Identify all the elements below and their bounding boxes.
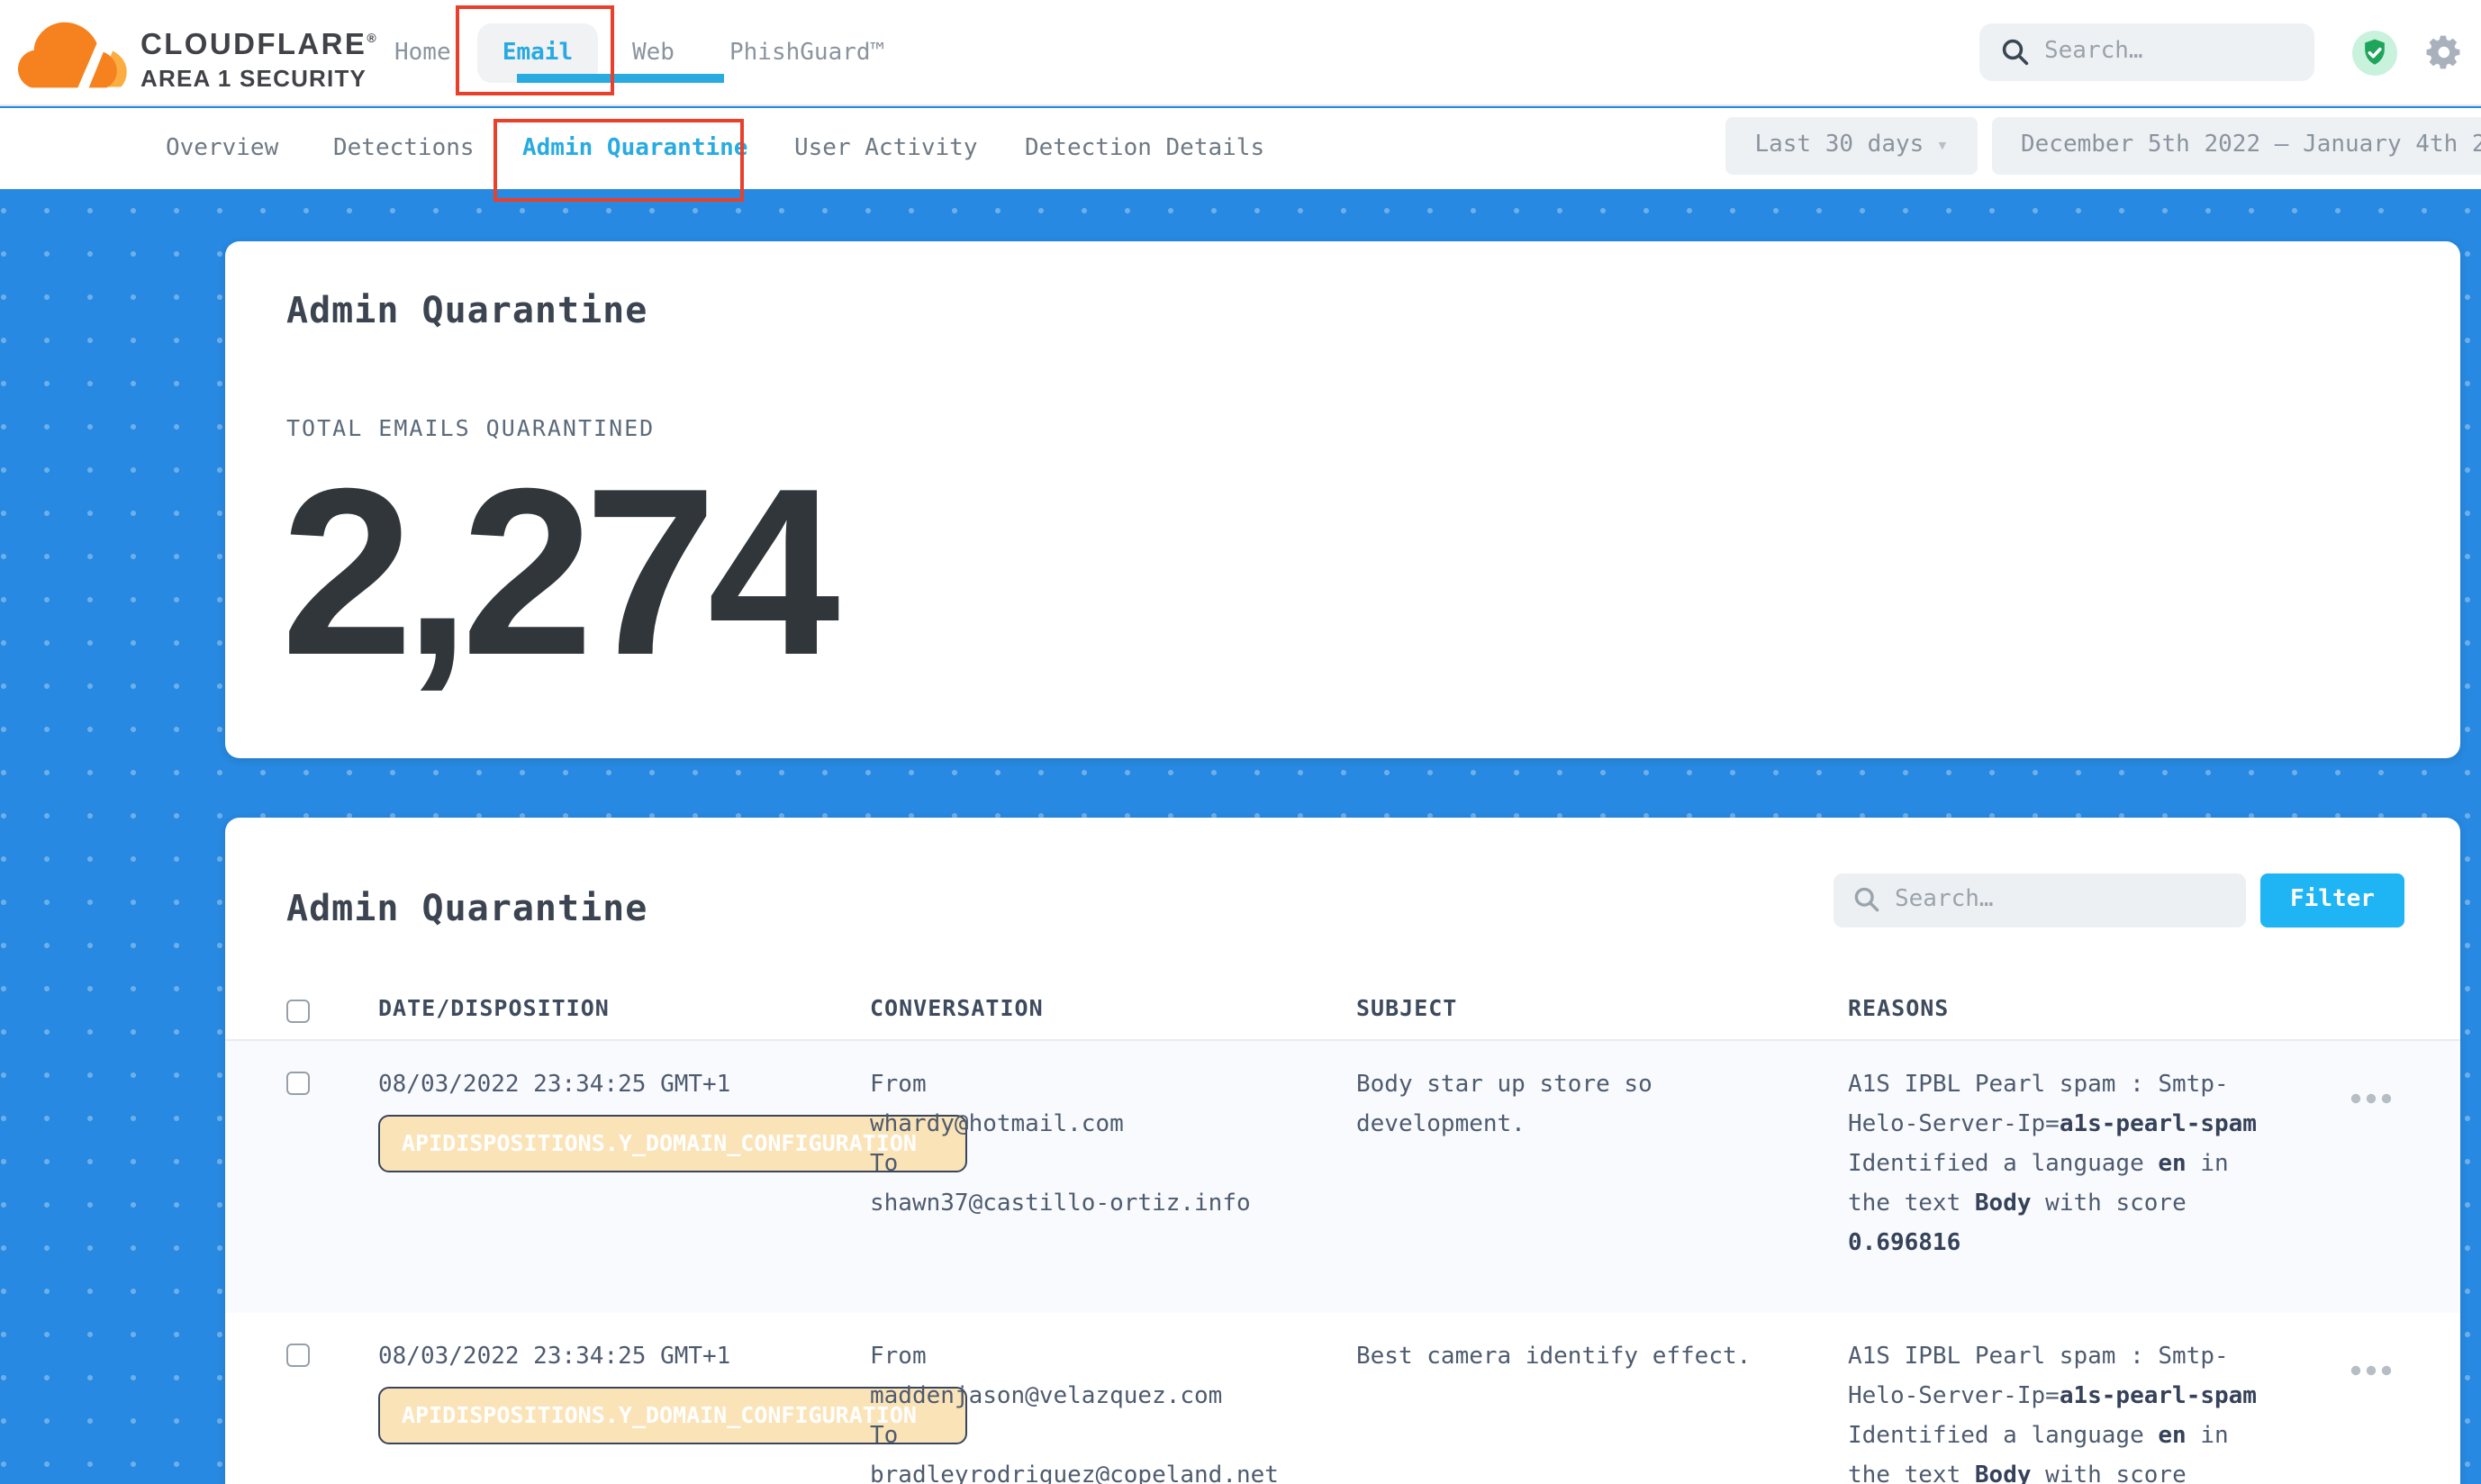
nav-item-web[interactable]: Web (632, 0, 675, 106)
row-subject: Best camera identify effect. (1356, 1338, 1756, 1378)
metric-value: 2,274 (281, 454, 831, 692)
tab-detections[interactable]: Detections (333, 108, 475, 189)
stat-card: Admin Quarantine TOTAL EMAILS QUARANTINE… (225, 241, 2460, 758)
page: CLOUDFLARE® AREA 1 SECURITY Home Email W… (0, 0, 2481, 1484)
to-address[interactable]: bradleyrodriguez@copeland.net (870, 1457, 1356, 1484)
date-preset-dropdown[interactable]: Last 30 days▾ (1725, 117, 1978, 175)
row-reasons: A1S IPBL Pearl spam : Smtp-Helo-Server-I… (1848, 1338, 2273, 1484)
filter-button[interactable]: Filter (2260, 873, 2404, 928)
brand-name: CLOUDFLARE® (140, 29, 378, 63)
column-header-subject[interactable]: SUBJECT (1356, 994, 1848, 1021)
search-icon (1853, 886, 1880, 913)
from-address[interactable]: maddenjason@velazquez.com (870, 1378, 1356, 1417)
top-header: CLOUDFLARE® AREA 1 SECURITY Home Email W… (0, 0, 2481, 106)
table-header-row: DATE/DISPOSITION CONVERSATION SUBJECT RE… (225, 976, 2460, 1041)
row-date: 08/03/2022 23:34:25 GMT+1 (378, 1338, 870, 1378)
tab-user-activity[interactable]: User Activity (794, 108, 978, 189)
caret-down-icon: ▾ (1936, 133, 1948, 157)
table-row: 08/03/2022 23:34:25 GMT+1 APIDISPOSITION… (225, 1313, 2460, 1484)
secondary-nav: Overview Detections Admin Quarantine Use… (0, 108, 2481, 189)
header-search-input[interactable]: Search… (1979, 23, 2314, 81)
column-header-conversation[interactable]: CONVERSATION (870, 994, 1356, 1021)
search-icon (2001, 38, 2030, 67)
nav-item-home[interactable]: Home (394, 0, 451, 106)
from-label: From (870, 1338, 1356, 1378)
nav-item-phishguard[interactable]: PhishGuard™ (729, 0, 884, 106)
gear-icon[interactable] (2424, 32, 2464, 72)
to-label: To (870, 1145, 1356, 1185)
to-address[interactable]: shawn37@castillo-ortiz.info (870, 1185, 1356, 1225)
metric-label: TOTAL EMAILS QUARANTINED (286, 414, 655, 441)
column-header-date-disposition[interactable]: DATE/DISPOSITION (378, 994, 870, 1021)
row-conversation: From whardy@hotmail.com To shawn37@casti… (870, 1066, 1356, 1288)
row-menu-ellipsis-icon[interactable] (2350, 1077, 2394, 1111)
row-checkbox[interactable] (286, 1344, 310, 1367)
row-checkbox[interactable] (286, 1072, 310, 1095)
table-search-placeholder: Search… (1895, 873, 1994, 928)
select-all-checkbox[interactable] (286, 999, 310, 1022)
date-range-button[interactable]: December 5th 2022 — January 4th 2023 (1992, 117, 2481, 175)
from-address[interactable]: whardy@hotmail.com (870, 1106, 1356, 1145)
row-subject: Body star up store so development. (1356, 1066, 1756, 1145)
cloudflare-logo: CLOUDFLARE® AREA 1 SECURITY (18, 13, 423, 95)
row-conversation: From maddenjason@velazquez.com To bradle… (870, 1338, 1356, 1484)
tab-detection-details[interactable]: Detection Details (1025, 108, 1264, 189)
tab-admin-quarantine[interactable]: Admin Quarantine (522, 108, 747, 189)
header-search-placeholder: Search… (2044, 23, 2143, 81)
brand-subtitle: AREA 1 SECURITY (140, 65, 367, 92)
to-label: To (870, 1417, 1356, 1457)
tab-overview[interactable]: Overview (166, 108, 278, 189)
stat-card-title: Admin Quarantine (286, 288, 647, 331)
table-card-title: Admin Quarantine (286, 886, 647, 929)
protection-status-icon[interactable] (2352, 31, 2397, 76)
table-search-input[interactable]: Search… (1834, 873, 2246, 928)
from-label: From (870, 1066, 1356, 1106)
registered-mark: ® (367, 33, 378, 46)
column-header-reasons[interactable]: REASONS (1848, 994, 2305, 1021)
row-date: 08/03/2022 23:34:25 GMT+1 (378, 1066, 870, 1106)
row-reasons: A1S IPBL Pearl spam : Smtp-Helo-Server-I… (1848, 1066, 2273, 1264)
table-row: 08/03/2022 23:34:25 GMT+1 APIDISPOSITION… (225, 1041, 2460, 1313)
table-body: 08/03/2022 23:34:25 GMT+1 APIDISPOSITION… (225, 1041, 2460, 1484)
quarantine-table-card: Admin Quarantine Search… Filter DATE/DIS… (225, 818, 2460, 1484)
cloudflare-cloud-icon (18, 18, 130, 94)
active-tab-underline (517, 74, 724, 83)
row-menu-ellipsis-icon[interactable] (2350, 1349, 2394, 1383)
